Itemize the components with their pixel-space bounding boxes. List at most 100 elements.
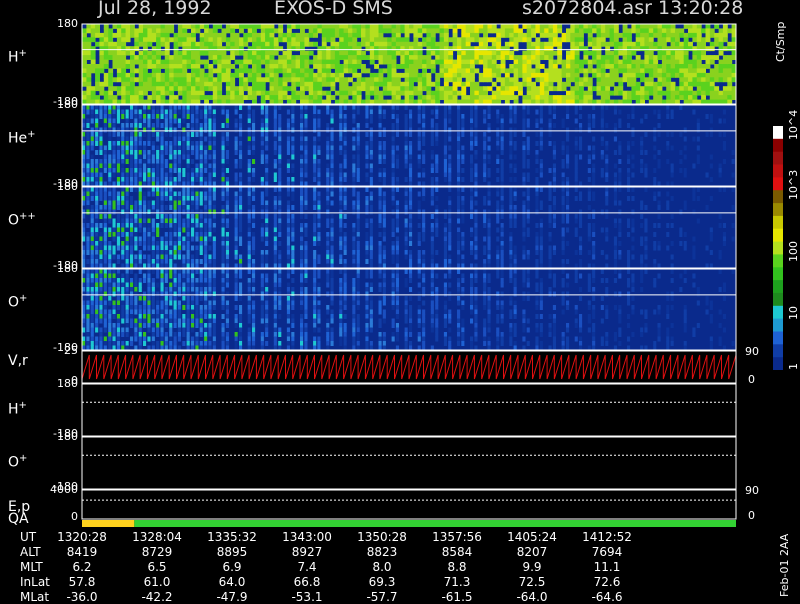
pixel bbox=[134, 141, 137, 146]
pixel bbox=[304, 150, 307, 155]
pixel bbox=[200, 46, 205, 51]
pixel bbox=[474, 187, 477, 192]
pixel bbox=[527, 177, 530, 182]
pixel bbox=[239, 123, 242, 128]
pixel bbox=[143, 128, 146, 133]
pixel bbox=[505, 28, 510, 33]
pixel bbox=[274, 119, 277, 124]
pixel bbox=[509, 237, 512, 242]
pixel bbox=[326, 210, 329, 215]
pixel bbox=[474, 173, 477, 178]
pixel bbox=[392, 105, 395, 110]
pixel bbox=[496, 228, 499, 233]
pixel bbox=[457, 24, 462, 29]
pixel bbox=[191, 82, 196, 87]
pixel bbox=[335, 68, 340, 73]
pixel bbox=[95, 164, 98, 169]
pixel bbox=[422, 259, 425, 264]
pixel bbox=[261, 214, 264, 219]
pixel bbox=[291, 37, 296, 42]
pixel bbox=[108, 128, 111, 133]
pixel bbox=[95, 82, 100, 87]
pixel bbox=[265, 33, 270, 38]
pixel bbox=[86, 241, 89, 246]
pixel bbox=[714, 95, 719, 100]
pixel bbox=[313, 205, 316, 210]
pixel bbox=[653, 128, 656, 133]
pixel bbox=[291, 192, 294, 197]
pixel bbox=[365, 201, 368, 206]
pixel bbox=[483, 33, 488, 38]
pixel bbox=[448, 255, 451, 260]
pixel bbox=[169, 246, 172, 251]
pixel bbox=[278, 119, 281, 124]
pixel bbox=[134, 205, 137, 210]
pixel bbox=[178, 219, 181, 224]
pixel bbox=[235, 141, 238, 146]
pixel bbox=[418, 110, 421, 115]
pixel bbox=[126, 60, 131, 65]
pixel bbox=[239, 137, 242, 142]
pixel bbox=[134, 86, 139, 91]
pixel bbox=[522, 232, 525, 237]
pixel bbox=[86, 73, 91, 78]
pixel bbox=[379, 46, 384, 51]
pixel bbox=[544, 91, 549, 96]
pixel bbox=[195, 201, 198, 206]
pixel bbox=[239, 105, 242, 110]
pixel bbox=[601, 68, 606, 73]
pixel bbox=[644, 95, 649, 100]
pixel bbox=[409, 150, 412, 155]
pixel bbox=[95, 137, 98, 142]
pixel bbox=[357, 173, 360, 178]
pixel bbox=[405, 241, 408, 246]
pixel bbox=[191, 114, 194, 119]
pixel bbox=[344, 150, 347, 155]
pixel bbox=[488, 77, 493, 82]
pixel bbox=[352, 228, 355, 233]
pixel bbox=[457, 177, 460, 182]
pixel bbox=[86, 95, 91, 100]
pixel bbox=[152, 141, 155, 146]
pixel bbox=[671, 51, 676, 56]
pixel bbox=[291, 91, 296, 96]
pixel bbox=[614, 24, 619, 29]
pixel bbox=[165, 250, 168, 255]
pixel bbox=[553, 68, 558, 73]
pixel bbox=[134, 137, 137, 142]
pixel bbox=[274, 232, 277, 237]
pixel bbox=[474, 55, 479, 60]
pixel bbox=[405, 205, 408, 210]
pixel bbox=[313, 114, 316, 119]
pixel bbox=[527, 146, 530, 151]
pixel bbox=[208, 33, 213, 38]
pixel bbox=[418, 51, 423, 56]
pixel bbox=[501, 168, 504, 173]
pixel bbox=[239, 223, 242, 228]
pixel bbox=[230, 86, 235, 91]
pixel bbox=[392, 73, 397, 78]
pixel bbox=[597, 60, 602, 65]
pixel bbox=[544, 68, 549, 73]
pixel bbox=[169, 255, 172, 260]
pixel bbox=[139, 146, 142, 151]
pixel bbox=[274, 141, 277, 146]
pixel bbox=[161, 250, 164, 255]
pixel bbox=[252, 28, 257, 33]
pixel bbox=[457, 219, 460, 224]
pixel bbox=[304, 146, 307, 151]
pixel bbox=[588, 51, 593, 56]
pixel bbox=[195, 250, 198, 255]
pixel bbox=[727, 64, 732, 69]
pixel bbox=[317, 123, 320, 128]
pixel bbox=[514, 64, 519, 69]
pixel bbox=[95, 68, 100, 73]
pixel bbox=[588, 60, 593, 65]
pixel bbox=[174, 196, 177, 201]
pixel bbox=[684, 55, 689, 60]
pixel bbox=[121, 33, 126, 38]
pixel bbox=[204, 259, 207, 264]
pixel bbox=[488, 219, 491, 224]
pixel bbox=[287, 168, 290, 173]
pixel bbox=[644, 64, 649, 69]
